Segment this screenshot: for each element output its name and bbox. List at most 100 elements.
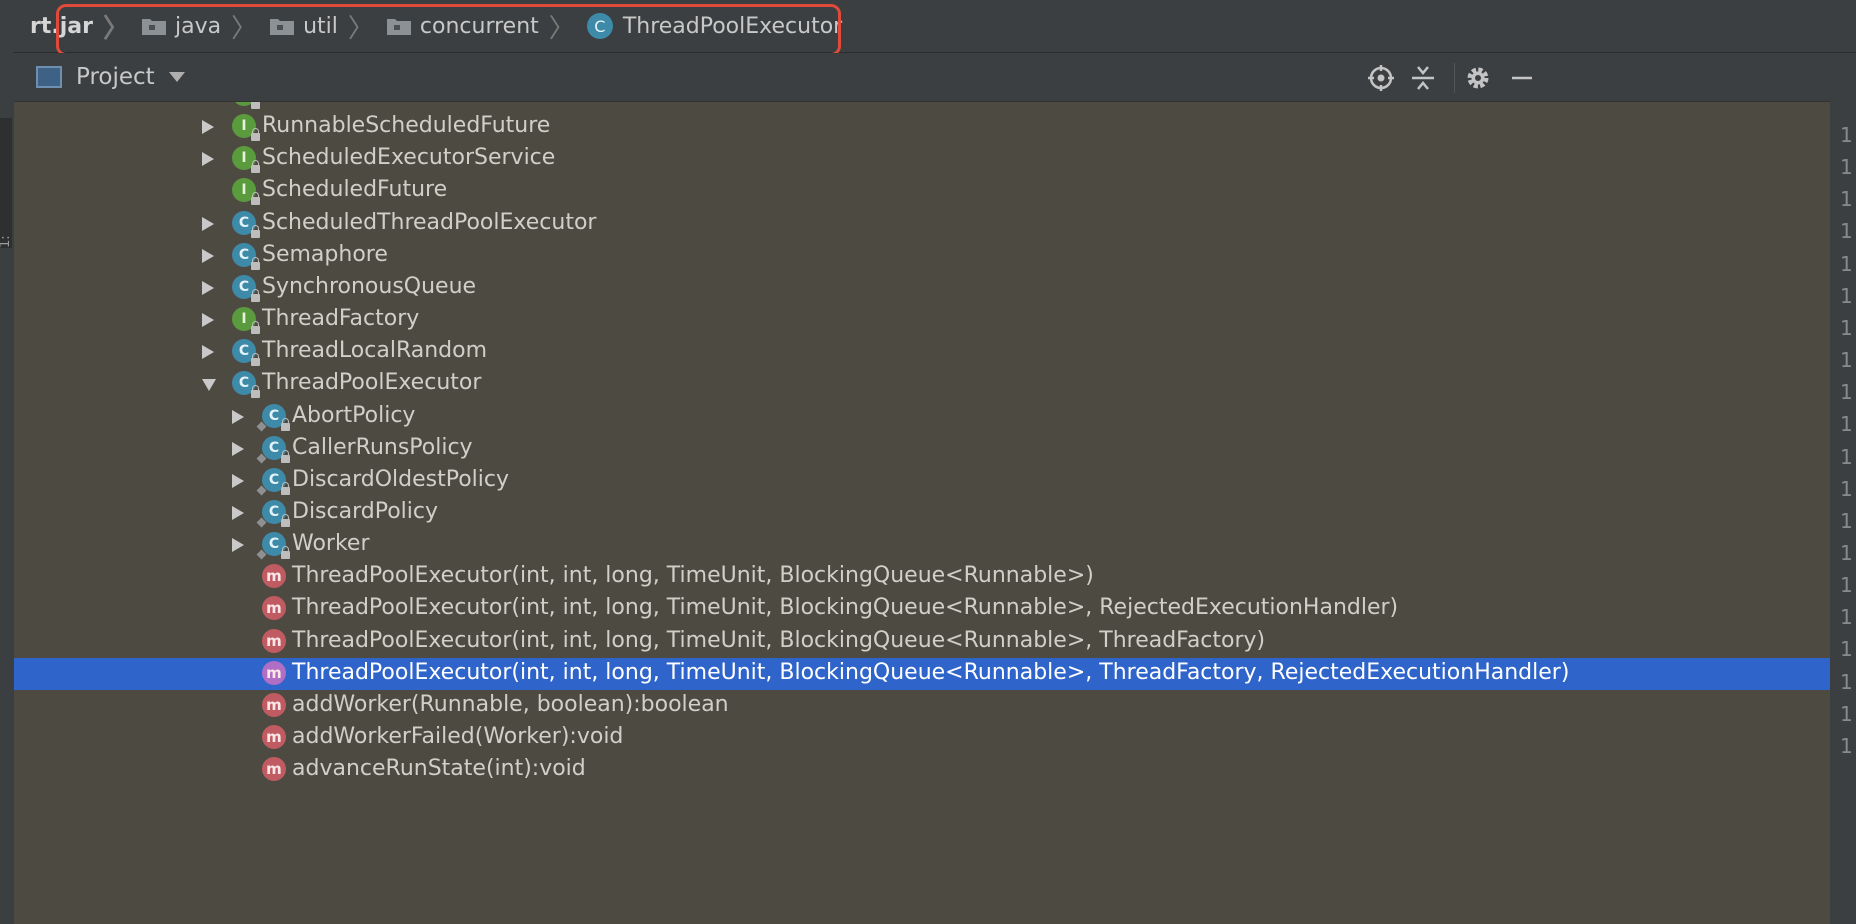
tree-method-row[interactable]: m ThreadPoolExecutor(int, int, long, Time… [14, 657, 1830, 690]
line-number: 1 [1840, 348, 1853, 373]
method-icon: m [262, 628, 286, 653]
tree-class-row[interactable]: C SynchronousQueue [14, 272, 1830, 304]
tree-item-label: ThreadPoolExecutor(int, int, long, TimeU… [292, 595, 1399, 621]
method-icon: m [262, 564, 286, 589]
line-number: 1 [1840, 476, 1853, 501]
project-view-selector[interactable]: Project [36, 61, 185, 93]
inner-marker-icon [256, 549, 267, 560]
tree-item-label: RunnableScheduledFuture [262, 113, 551, 139]
project-window-icon [36, 66, 62, 88]
class-icon: C [232, 274, 260, 302]
project-panel-title: Project [76, 64, 155, 90]
collapsed-arrow-icon[interactable] [202, 280, 214, 295]
class-icon: C [232, 210, 260, 238]
line-number: 1 [1840, 573, 1853, 598]
collapsed-arrow-icon[interactable] [232, 538, 244, 553]
lock-icon [251, 102, 260, 109]
tree-class-row[interactable]: C ThreadPoolExecutor [14, 368, 1830, 400]
tree-class-row[interactable]: C ScheduledThreadPoolExecutor [14, 208, 1830, 240]
project-tree[interactable]: IRunnableFutureIRunnableScheduledFutureI… [14, 102, 1830, 924]
tree-class-row[interactable]: C AbortPolicy [14, 401, 1830, 433]
inner-class-icon: C [256, 435, 290, 464]
lock-icon [251, 160, 260, 174]
line-number: 1 [1840, 123, 1853, 147]
tree-method-row[interactable]: m ThreadPoolExecutor(int, int, long, Time… [14, 593, 1830, 625]
tree-item-label: AbortPolicy [292, 402, 416, 428]
line-number: 1 [1840, 283, 1853, 308]
tree-item-label: DiscardPolicy [292, 498, 438, 524]
tree-method-row[interactable]: m addWorker(Runnable, boolean):boolean [14, 690, 1830, 722]
interface-icon: I [232, 178, 260, 206]
tree-method-row[interactable]: m advanceRunState(int):void [14, 754, 1830, 786]
collapsed-arrow-icon[interactable] [232, 505, 244, 520]
collapsed-arrow-icon[interactable] [202, 152, 214, 167]
inner-class-icon: C [256, 532, 290, 560]
interface-icon: I [232, 102, 260, 109]
lock-icon [251, 353, 260, 367]
tree-item-label: ThreadLocalRandom [262, 338, 488, 364]
lock-icon [251, 321, 260, 335]
collapse-all-icon [1412, 66, 1434, 90]
collapsed-arrow-icon[interactable] [202, 216, 214, 231]
tree-class-row[interactable]: IRunnableFuture [14, 102, 1830, 111]
collapsed-arrow-icon[interactable] [202, 313, 214, 328]
lock-icon [281, 481, 290, 495]
method-icon: m [262, 660, 286, 685]
project-tool-tab[interactable]: 1: Project [0, 118, 28, 248]
inner-class-icon: C [256, 467, 290, 496]
tree-class-row[interactable]: C DiscardPolicy [14, 497, 1830, 529]
class-icon: C [232, 339, 260, 367]
expanded-arrow-icon[interactable] [202, 379, 216, 392]
lock-icon [281, 449, 290, 463]
line-number: 1 [1840, 508, 1853, 533]
line-number: 1 [1840, 669, 1853, 694]
tree-item-label: Worker [292, 531, 370, 557]
tree-method-row[interactable]: m addWorkerFailed(Worker):void [14, 722, 1830, 754]
locate-icon [1368, 65, 1394, 91]
tree-class-row[interactable]: C DiscardOldestPolicy [14, 465, 1830, 497]
gear-icon [1467, 67, 1489, 89]
editor-line-gutter: 1 1 1 1 1 1 1 1 1 1 1 1 1 1 1 1 1 1 1 1 [1830, 53, 1856, 924]
collapsed-arrow-icon[interactable] [202, 248, 214, 263]
lock-icon [281, 546, 290, 560]
collapsed-arrow-icon[interactable] [232, 473, 244, 488]
minimize-button[interactable] [1505, 61, 1539, 95]
collapsed-arrow-icon[interactable] [202, 120, 214, 135]
lock-icon [251, 288, 260, 302]
tree-class-row[interactable]: C Semaphore [14, 240, 1830, 272]
line-number: 1 [1840, 733, 1853, 758]
tree-method-row[interactable]: m ThreadPoolExecutor(int, int, long, Time… [14, 626, 1830, 658]
tree-class-row[interactable]: I RunnableScheduledFuture [14, 111, 1830, 143]
method-icon: m [262, 725, 286, 749]
line-number: 1 [1840, 155, 1853, 180]
collapse-all-button[interactable] [1406, 61, 1440, 95]
line-number: 1 [1840, 637, 1853, 662]
tree-item-label: DiscardOldestPolicy [292, 466, 510, 492]
method-icon: m [262, 692, 286, 717]
locate-button[interactable] [1364, 61, 1398, 95]
inner-class-icon: C [256, 403, 290, 431]
line-number: 1 [1840, 605, 1853, 630]
class-icon: C [232, 371, 260, 399]
tree-class-row[interactable]: I ScheduledExecutorService [14, 143, 1830, 175]
tree-item-label: ThreadPoolExecutor(int, int, long, TimeU… [292, 563, 1094, 589]
collapsed-arrow-icon[interactable] [232, 441, 244, 456]
line-number: 1 [1840, 540, 1853, 565]
tree-item-label: advanceRunState(int):void [292, 756, 586, 782]
tree-method-row[interactable]: m ThreadPoolExecutor(int, int, long, Time… [14, 561, 1830, 593]
method-icon: m [262, 596, 286, 621]
tree-class-row[interactable]: C ThreadLocalRandom [14, 336, 1830, 368]
line-number: 1 [1840, 251, 1853, 276]
lock-icon [281, 513, 290, 527]
tree-class-row[interactable]: I ThreadFactory [14, 304, 1830, 336]
settings-button[interactable] [1461, 61, 1495, 95]
tree-class-row[interactable]: I ScheduledFuture [14, 175, 1830, 207]
collapsed-arrow-icon[interactable] [232, 409, 244, 424]
collapsed-arrow-icon[interactable] [202, 345, 214, 360]
tree-class-row[interactable]: C CallerRunsPolicy [14, 433, 1830, 465]
lock-icon [251, 128, 260, 142]
inner-marker-icon [256, 421, 267, 431]
line-number: 1 [1840, 219, 1853, 244]
tree-class-row[interactable]: C Worker [14, 529, 1830, 561]
toolbar-divider [1454, 63, 1455, 93]
